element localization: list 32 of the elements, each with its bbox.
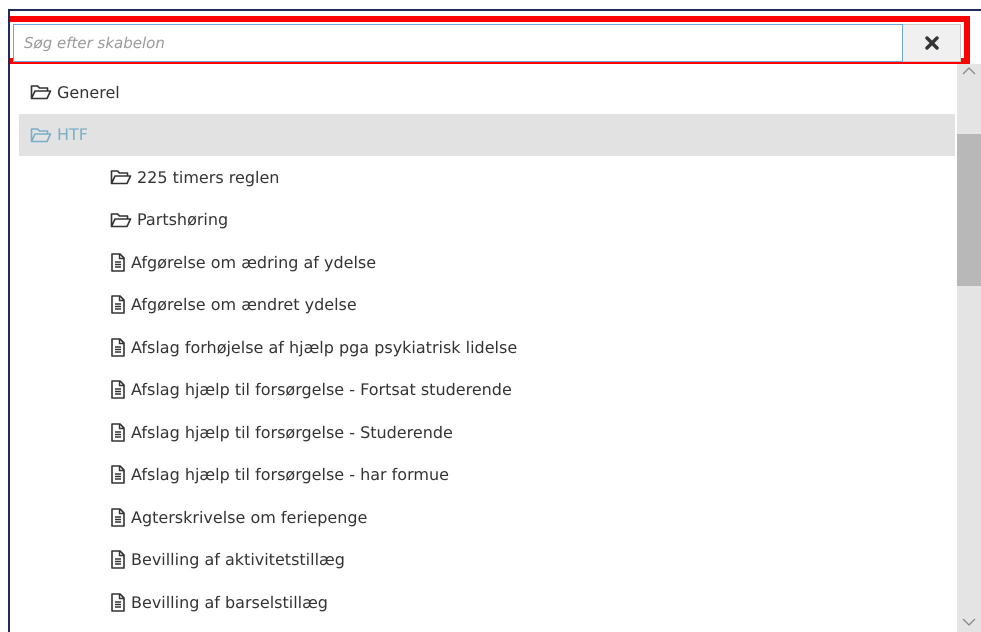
tree-item[interactable]: Afgørelse om ændret ydelse [19, 284, 955, 326]
tree-item[interactable]: Afslag hjælp til forsørgelse - har formue [19, 454, 955, 496]
tree-item[interactable]: Afslag hjælp til forsørgelse - Fortsat studerende [19, 368, 955, 411]
scroll-down-icon[interactable] [962, 618, 976, 626]
document-icon [110, 380, 126, 400]
tree-item[interactable]: Bevilling af aktivitetstillæg [19, 538, 955, 581]
document-icon [110, 422, 126, 442]
scrollbar[interactable] [957, 64, 981, 632]
tree-item[interactable]: Afslag hjælp til forsørgelse - Studerende [19, 411, 955, 454]
tree-item[interactable]: Afgørelse om ædring af ydelse [19, 241, 955, 284]
clear-button[interactable] [903, 24, 961, 62]
document-icon [110, 508, 126, 527]
search-field[interactable]: Søg efter skabelon [13, 24, 903, 62]
folder-icon [30, 84, 52, 100]
scroll-thumb[interactable] [957, 134, 981, 286]
tree-item[interactable]: Generel [19, 71, 955, 114]
tree-item[interactable]: Bevilling af barselstillæg [19, 581, 955, 624]
tree-item[interactable]: Afslag forhøjelse af hjælp pga psykiatrisk lidelse [19, 326, 955, 368]
document-icon [110, 592, 126, 612]
document-icon [110, 295, 126, 314]
document-icon [110, 465, 126, 484]
document-icon [110, 338, 126, 357]
folder-icon [110, 212, 132, 228]
tree-item[interactable]: Partshøring [19, 198, 955, 241]
document-icon [110, 550, 126, 570]
scroll-up-icon[interactable] [962, 67, 976, 75]
tree-item[interactable]: Agterskrivelse om feriepenge [19, 496, 955, 538]
close-icon [924, 36, 938, 50]
folder-icon [30, 126, 52, 143]
document-icon [110, 252, 126, 272]
tree-item[interactable]: 225 timers reglen [19, 156, 955, 198]
folder-icon [110, 169, 132, 186]
